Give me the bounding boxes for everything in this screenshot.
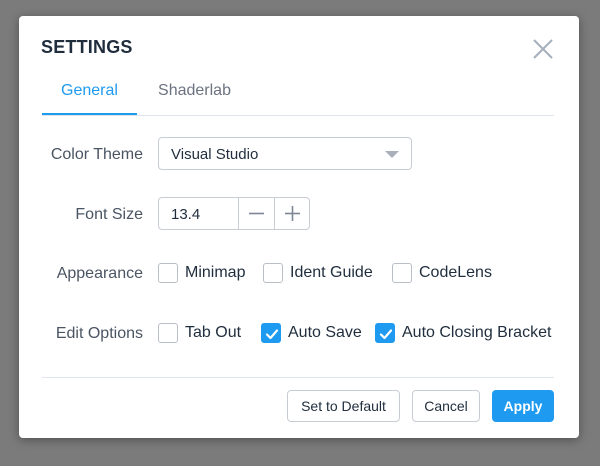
checkmark-icon (379, 329, 393, 340)
footer-divider (42, 377, 554, 378)
checkmark-icon (265, 329, 279, 340)
caret-down-icon (385, 151, 399, 158)
checkbox-box-checked[interactable] (375, 323, 395, 343)
tab-general[interactable]: General (42, 80, 137, 115)
tab-shaderlab[interactable]: Shaderlab (152, 80, 237, 114)
font-size-input[interactable]: 13.4 (171, 206, 200, 223)
close-button[interactable] (530, 36, 556, 62)
checkbox-box-checked[interactable] (261, 323, 281, 343)
checkbox-label: Minimap (185, 264, 246, 281)
tab-bar: General Shaderlab (42, 80, 554, 116)
apply-button[interactable]: Apply (492, 390, 554, 422)
checkbox-box[interactable] (158, 323, 178, 343)
color-theme-select[interactable]: Visual Studio (158, 137, 412, 170)
settings-dialog: SETTINGS General Shaderlab Color Theme V… (19, 16, 579, 438)
increment-button[interactable] (274, 198, 310, 229)
checkbox-label: Tab Out (185, 324, 242, 341)
color-theme-value: Visual Studio (171, 146, 259, 163)
set-to-default-button[interactable]: Set to Default (287, 390, 400, 422)
checkbox-label: Ident Guide (290, 264, 373, 281)
plus-icon (285, 206, 300, 221)
font-size-label: Font Size (75, 206, 143, 223)
dialog-title: SETTINGS (41, 37, 133, 57)
checkbox-label: CodeLens (419, 264, 492, 281)
appearance-label: Appearance (56, 265, 143, 282)
minus-icon (249, 212, 264, 215)
edit-options-label: Edit Options (55, 325, 143, 342)
close-icon (533, 39, 553, 59)
decrement-button[interactable] (238, 198, 274, 229)
checkbox-box[interactable] (263, 263, 283, 283)
checkbox-box[interactable] (392, 263, 412, 283)
checkbox-box[interactable] (158, 263, 178, 283)
color-theme-label: Color Theme (50, 146, 143, 163)
font-size-stepper: 13.4 (158, 197, 310, 230)
checkbox-label: Auto Save (288, 324, 362, 341)
checkbox-label: Auto Closing Bracket (402, 324, 552, 341)
cancel-button[interactable]: Cancel (412, 390, 480, 422)
